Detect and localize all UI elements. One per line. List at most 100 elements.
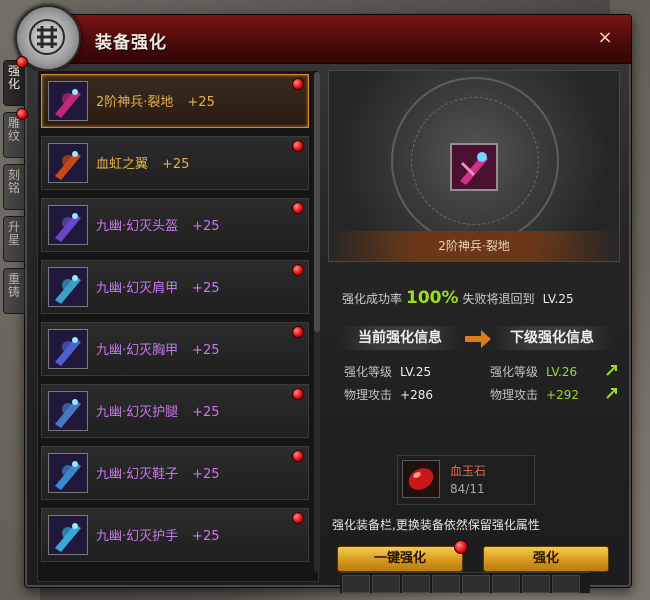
action-slot[interactable] [552, 575, 580, 593]
equipment-list-item[interactable]: 九幽·幻灭护手 +25 [41, 508, 309, 562]
side-tab[interactable]: 升星 [3, 216, 25, 262]
item-preview-panel: 2阶神兵·裂地 [328, 70, 620, 262]
action-slot[interactable] [492, 575, 520, 593]
success-rate-row: 强化成功率 100% 失败将退回到 LV.25 [342, 288, 574, 308]
side-tab-label: 雕纹 [8, 116, 21, 143]
notification-dot [292, 512, 304, 524]
window-title: 装备强化 [95, 33, 167, 53]
side-tab[interactable]: 重铸 [3, 268, 25, 314]
item-title: 九幽·幻灭鞋子 [96, 467, 179, 482]
item-name: 九幽·幻灭头盔 +25 [96, 215, 220, 234]
next-info-header: 下级强化信息 [492, 326, 612, 350]
item-level: +25 [192, 281, 220, 296]
action-slot[interactable] [462, 575, 490, 593]
notification-dot [292, 388, 304, 400]
side-tab-label: 升星 [8, 220, 21, 247]
notification-dot [292, 78, 304, 90]
item-title: 九幽·幻灭护腿 [96, 405, 179, 420]
action-slot[interactable] [402, 575, 430, 593]
current-attack-stat: 物理攻击 +286 [344, 386, 433, 403]
stat-label: 强化等级 [490, 365, 539, 379]
stat-value: +292 [546, 388, 579, 402]
weapon-icon [450, 143, 498, 191]
item-title: 九幽·幻灭头盔 [96, 219, 179, 234]
enhance-note: 强化装备栏,更换装备依然保留强化属性 [332, 518, 540, 532]
item-name: 2阶神兵·裂地 +25 [96, 91, 215, 110]
chest-icon [48, 329, 88, 369]
action-slot[interactable] [372, 575, 400, 593]
weapon-icon [48, 81, 88, 121]
current-level-stat: 强化等级 LV.25 [344, 363, 431, 380]
boots-icon [48, 453, 88, 493]
side-tab-label: 重铸 [8, 272, 21, 299]
next-attack-stat: 物理攻击 +292 [490, 386, 579, 403]
stat-label: 物理攻击 [490, 388, 539, 402]
fail-level: LV.25 [542, 292, 574, 306]
item-name: 九幽·幻灭鞋子 +25 [96, 463, 220, 482]
item-level: +25 [192, 405, 220, 420]
window-titlebar[interactable]: 装备强化 × [15, 5, 631, 71]
enhance-button[interactable]: 强化 [483, 546, 609, 572]
notification-dot [292, 202, 304, 214]
stat-value: +286 [400, 388, 433, 402]
stat-value: LV.25 [400, 365, 432, 379]
close-button[interactable]: × [595, 28, 615, 48]
shoulder-icon [48, 267, 88, 307]
stat-label: 强化等级 [344, 365, 393, 379]
item-name: 九幽·幻灭肩甲 +25 [96, 277, 220, 296]
equipment-list-item[interactable]: 九幽·幻灭肩甲 +25 [41, 260, 309, 314]
item-level: +25 [187, 95, 215, 110]
item-name: 九幽·幻灭胸甲 +25 [96, 339, 220, 358]
material-count: 84/11 [450, 482, 485, 496]
notification-dot [292, 450, 304, 462]
fail-label: 失败将退回到 [462, 292, 535, 306]
action-slot[interactable] [342, 575, 370, 593]
material-slot[interactable]: 血玉石 84/11 [397, 455, 535, 505]
equipment-list-item[interactable]: 九幽·幻灭胸甲 +25 [41, 322, 309, 376]
item-level: +25 [192, 467, 220, 482]
item-title: 九幽·幻灭胸甲 [96, 343, 179, 358]
item-name: 九幽·幻灭护手 +25 [96, 525, 220, 544]
item-level: +25 [192, 529, 220, 544]
success-rate-value: 100% [406, 288, 459, 308]
equipment-list-item[interactable]: 九幽·幻灭鞋子 +25 [41, 446, 309, 500]
one-click-enhance-button[interactable]: 一键强化 [337, 546, 463, 572]
action-slot[interactable] [522, 575, 550, 593]
equipment-list-item[interactable]: 2阶神兵·裂地 +25 [41, 74, 309, 128]
equipment-list-item[interactable]: 九幽·幻灭护腿 +25 [41, 384, 309, 438]
item-title: 九幽·幻灭肩甲 [96, 281, 179, 296]
notification-dot [16, 108, 28, 120]
next-level-stat: 强化等级 LV.26 [490, 363, 577, 380]
item-title: 九幽·幻灭护手 [96, 529, 179, 544]
equipment-list-item[interactable]: 九幽·幻灭头盔 +25 [41, 198, 309, 252]
material-name: 血玉石 [450, 464, 487, 478]
gloves-icon [48, 515, 88, 555]
equipment-list: 2阶神兵·裂地 +25 血虹之翼 +25 九幽·幻灭头盔 +25 九幽·幻灭肩甲 +25 九幽·… [37, 70, 319, 582]
preview-item-name: 2阶神兵·裂地 [329, 231, 619, 261]
notification-dot [454, 540, 468, 554]
notification-dot [292, 140, 304, 152]
stat-label: 物理攻击 [344, 388, 393, 402]
side-tab-label: 刻铭 [8, 168, 21, 195]
scrollbar-thumb[interactable] [314, 72, 320, 332]
item-name: 九幽·幻灭护腿 +25 [96, 401, 220, 420]
wings-icon [48, 143, 88, 183]
arrow-right-icon [465, 330, 491, 348]
action-slot[interactable] [432, 575, 460, 593]
increase-arrow-icon [606, 365, 617, 376]
notification-dot [292, 264, 304, 276]
blood-jade-icon [402, 460, 440, 498]
current-info-header: 当前强化信息 [340, 326, 460, 350]
side-tab[interactable]: 刻铭 [3, 164, 25, 210]
helmet-icon [48, 205, 88, 245]
equipment-list-item[interactable]: 血虹之翼 +25 [41, 136, 309, 190]
stat-value: LV.26 [546, 365, 578, 379]
item-level: +25 [192, 343, 220, 358]
item-title: 2阶神兵·裂地 [96, 95, 174, 110]
notification-dot [16, 56, 28, 68]
list-scrollbar[interactable] [314, 72, 320, 572]
item-name: 血虹之翼 +25 [96, 153, 189, 172]
success-rate-label: 强化成功率 [342, 292, 403, 306]
item-level: +25 [162, 157, 190, 172]
item-level: +25 [192, 219, 220, 234]
